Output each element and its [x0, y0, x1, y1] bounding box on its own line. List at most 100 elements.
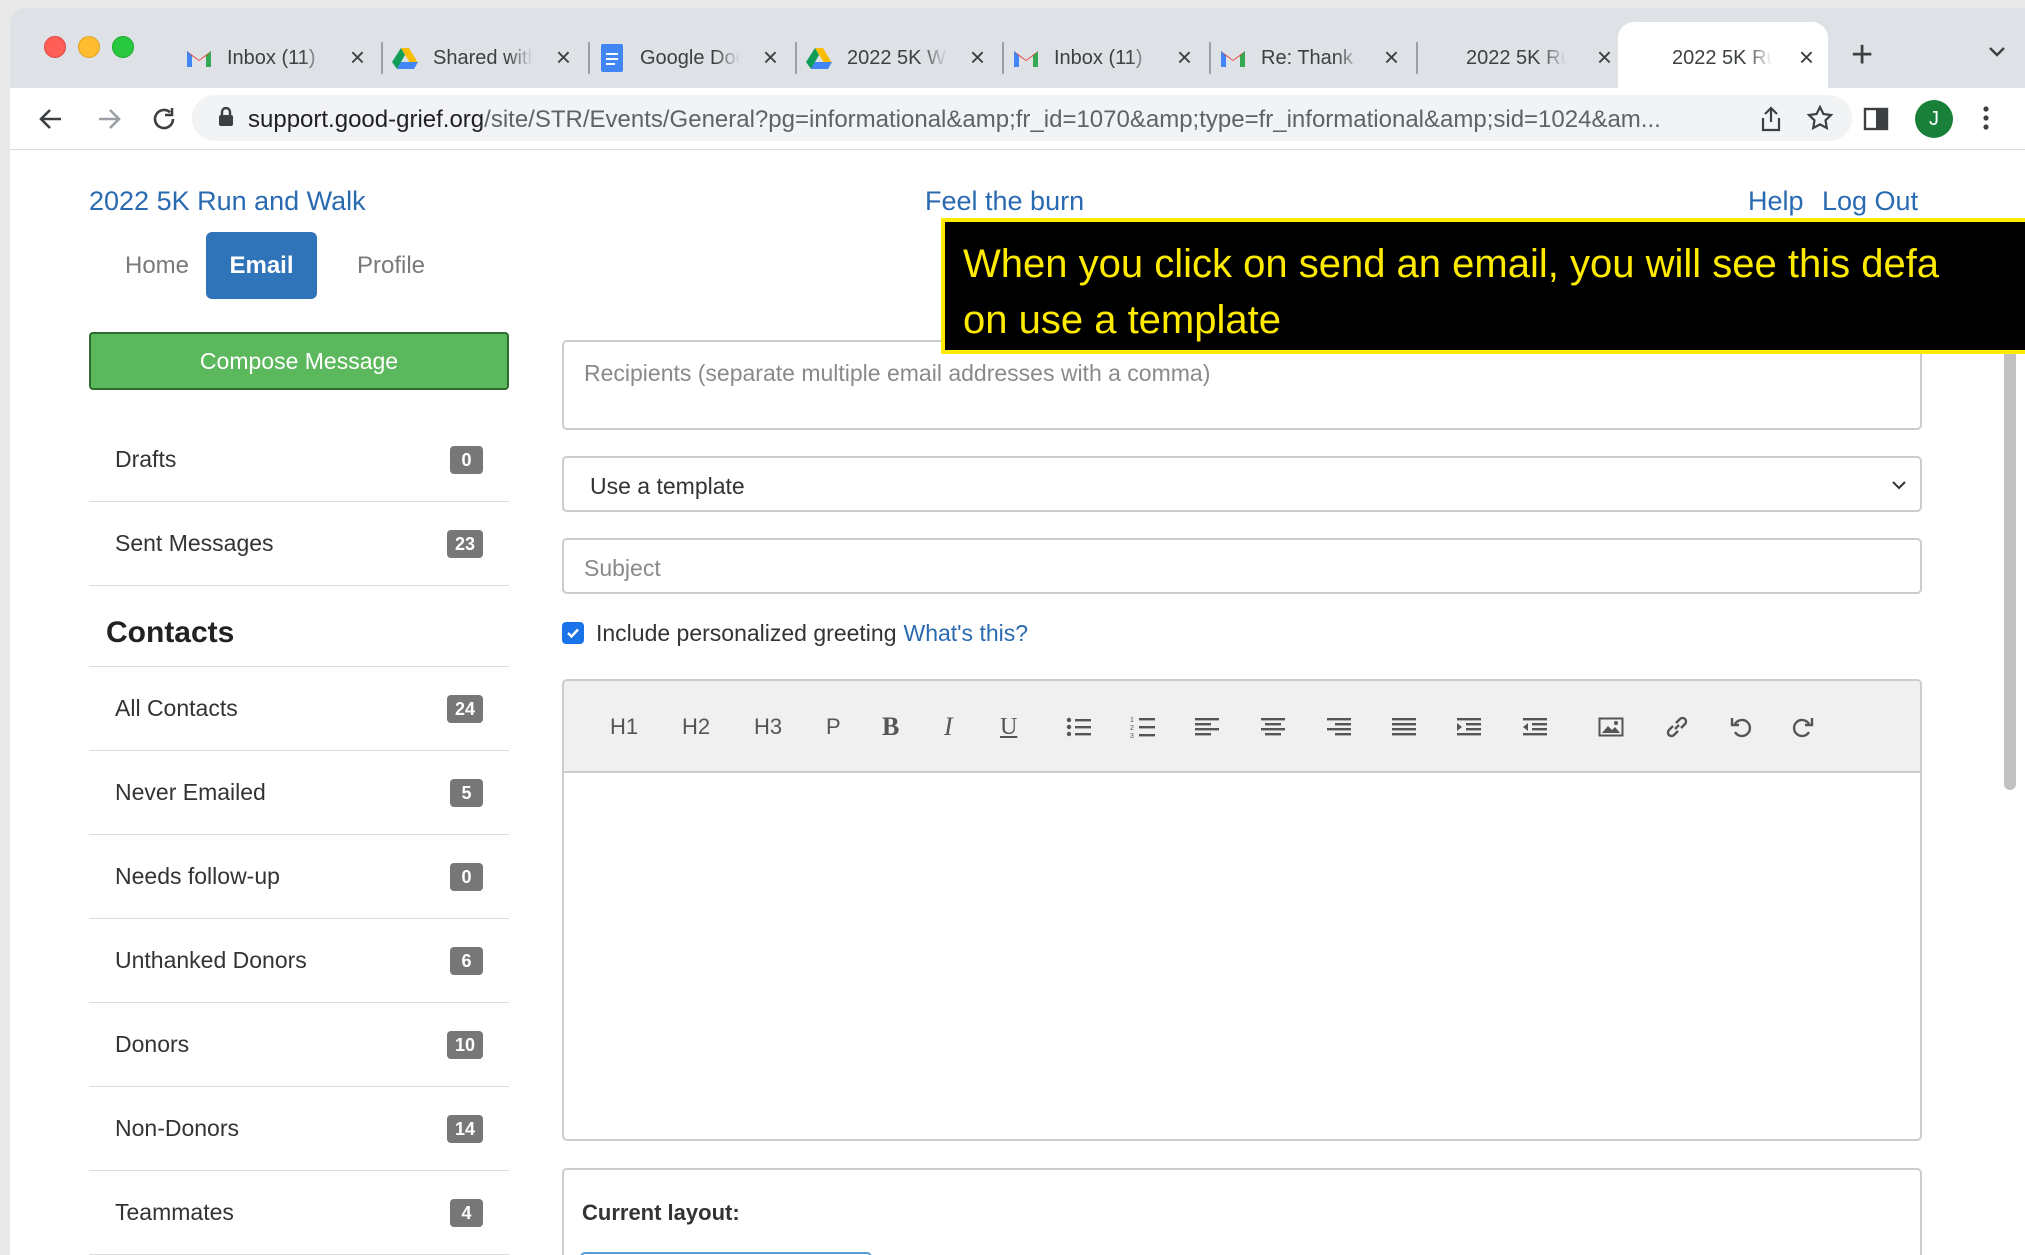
editor-toolbar: H1 H2 H3 P B I U 123	[564, 681, 1920, 773]
side-panel-icon[interactable]	[1863, 106, 1889, 137]
sidebar-item-never-emailed[interactable]: Never Emailed 5	[89, 751, 509, 835]
bold-button[interactable]: B	[882, 711, 899, 743]
greeting-checkbox[interactable]	[562, 622, 584, 644]
browser-tab[interactable]: Google Docs ×	[598, 22, 792, 94]
align-left-icon[interactable]	[1194, 711, 1220, 743]
whats-this-link[interactable]: What's this?	[903, 620, 1028, 647]
page-scrollbar[interactable]	[2004, 330, 2016, 790]
template-select[interactable]: Use a template	[562, 456, 1922, 512]
redo-icon[interactable]	[1791, 711, 1815, 743]
current-layout-label: Current layout:	[582, 1200, 740, 1225]
forward-arrow-icon[interactable]	[92, 102, 126, 136]
align-right-icon[interactable]	[1326, 711, 1352, 743]
sidebar-item-label: Donors	[115, 1031, 190, 1057]
browser-tab-active[interactable]: 2022 5K Run ×	[1618, 22, 1828, 94]
template-select-value: Use a template	[590, 473, 745, 499]
tab-close-icon[interactable]: ×	[556, 44, 571, 70]
help-link[interactable]: Help	[1748, 186, 1804, 217]
reload-icon[interactable]	[147, 102, 181, 136]
heading3-button[interactable]: H3	[754, 711, 782, 743]
count-badge: 5	[450, 779, 483, 807]
tab-title: 2022 5K Run	[1466, 46, 1566, 69]
tab-close-icon[interactable]: ×	[350, 44, 365, 70]
count-badge: 23	[446, 530, 483, 558]
back-arrow-icon[interactable]	[34, 102, 68, 136]
tab-title: Inbox (11)	[227, 46, 316, 69]
insert-link-icon[interactable]	[1664, 711, 1690, 743]
browser-tab[interactable]: Inbox (11) ×	[1012, 22, 1206, 94]
italic-button[interactable]: I	[944, 711, 953, 743]
sidebar-item-all-contacts[interactable]: All Contacts 24	[89, 667, 509, 751]
sidebar-item-label: Drafts	[115, 446, 177, 472]
heading2-button[interactable]: H2	[682, 711, 710, 743]
tab-close-icon[interactable]: ×	[970, 44, 985, 70]
indent-icon[interactable]	[1456, 711, 1482, 743]
tab-title: 2022 5K Run	[1672, 46, 1772, 69]
lock-icon[interactable]	[218, 106, 234, 132]
align-justify-icon[interactable]	[1391, 711, 1417, 743]
minimize-window-button[interactable]	[78, 36, 100, 58]
tab-close-icon[interactable]: ×	[1799, 44, 1814, 70]
tab-close-icon[interactable]: ×	[1384, 44, 1399, 70]
tab-close-icon[interactable]: ×	[1597, 44, 1612, 70]
sidebar-item-unthanked-donors[interactable]: Unthanked Donors 6	[89, 919, 509, 1003]
outdent-icon[interactable]	[1522, 711, 1548, 743]
count-badge: 4	[450, 1199, 483, 1227]
chevron-down-icon[interactable]	[1985, 40, 2009, 64]
numbered-list-icon[interactable]: 123	[1130, 711, 1156, 743]
count-badge: 14	[446, 1115, 483, 1143]
tab-separator	[795, 42, 797, 74]
svg-text:1: 1	[1130, 717, 1134, 724]
browser-tab[interactable]: Inbox (11) ×	[185, 22, 379, 94]
browser-toolbar: support.good-grief.org/site/STR/Events/G…	[10, 88, 2025, 150]
more-vert-icon[interactable]	[1982, 104, 1990, 137]
tab-close-icon[interactable]: ×	[1177, 44, 1192, 70]
svg-text:2: 2	[1130, 725, 1134, 732]
bookmark-star-icon[interactable]	[1806, 104, 1834, 137]
underline-button[interactable]: U	[1000, 711, 1017, 743]
url-host: support.good-grief.org	[248, 106, 485, 133]
sidebar-item-non-donors[interactable]: Non-Donors 14	[89, 1087, 509, 1171]
share-icon[interactable]	[1759, 105, 1783, 138]
maximize-window-button[interactable]	[112, 36, 134, 58]
insert-image-icon[interactable]	[1598, 711, 1624, 743]
heading1-button[interactable]: H1	[610, 711, 638, 743]
sidebar-item-label: All Contacts	[115, 695, 238, 721]
logout-link[interactable]: Log Out	[1822, 186, 1918, 217]
sidebar-item-drafts[interactable]: Drafts 0	[89, 418, 509, 502]
nav-home[interactable]: Home	[99, 232, 215, 299]
profile-avatar[interactable]: J	[1915, 100, 1953, 138]
site-title-link[interactable]: 2022 5K Run and Walk	[89, 186, 366, 217]
paragraph-button[interactable]: P	[826, 711, 841, 743]
tab-separator	[588, 42, 590, 74]
greeting-label: Include personalized greeting	[596, 619, 897, 646]
sidebar-item-teammates[interactable]: Teammates 4	[89, 1171, 509, 1255]
browser-window: Inbox (11) × Shared with me × Google Doc…	[10, 8, 2025, 1255]
subject-input[interactable]: Subject	[562, 538, 1922, 594]
nav-profile[interactable]: Profile	[331, 232, 451, 299]
google-drive-icon	[805, 44, 833, 72]
address-bar[interactable]: support.good-grief.org/site/STR/Events/G…	[192, 95, 1852, 141]
nav-email[interactable]: Email	[206, 232, 317, 299]
annotation-callout: When you click on send an email, you wil…	[941, 218, 2025, 354]
sidebar-item-needs-follow-up[interactable]: Needs follow-up 0	[89, 835, 509, 919]
new-tab-icon[interactable]: +	[1851, 36, 1873, 74]
message-editor[interactable]: H1 H2 H3 P B I U 123	[562, 679, 1922, 1141]
sidebar-item-sent-messages[interactable]: Sent Messages 23	[89, 502, 509, 586]
tagline-link[interactable]: Feel the burn	[925, 186, 1084, 217]
undo-icon[interactable]	[1729, 711, 1753, 743]
compose-message-button[interactable]: Compose Message	[89, 332, 509, 390]
align-center-icon[interactable]	[1260, 711, 1286, 743]
browser-tab[interactable]: 2022 5K Walk ×	[805, 22, 999, 94]
browser-tab[interactable]: Shared with me ×	[391, 22, 585, 94]
browser-tab[interactable]: Re: Thank ×	[1219, 22, 1413, 94]
sidebar-item-donors[interactable]: Donors 10	[89, 1003, 509, 1087]
browser-tab[interactable]: 2022 5K Run ×	[1466, 22, 1626, 94]
close-window-button[interactable]	[44, 36, 66, 58]
tab-separator	[1002, 42, 1004, 74]
layout-panel: Current layout:	[562, 1168, 1922, 1255]
count-badge: 6	[450, 947, 483, 975]
tab-close-icon[interactable]: ×	[763, 44, 778, 70]
sidebar-item-label: Non-Donors	[115, 1115, 239, 1141]
bullet-list-icon[interactable]	[1066, 711, 1092, 743]
